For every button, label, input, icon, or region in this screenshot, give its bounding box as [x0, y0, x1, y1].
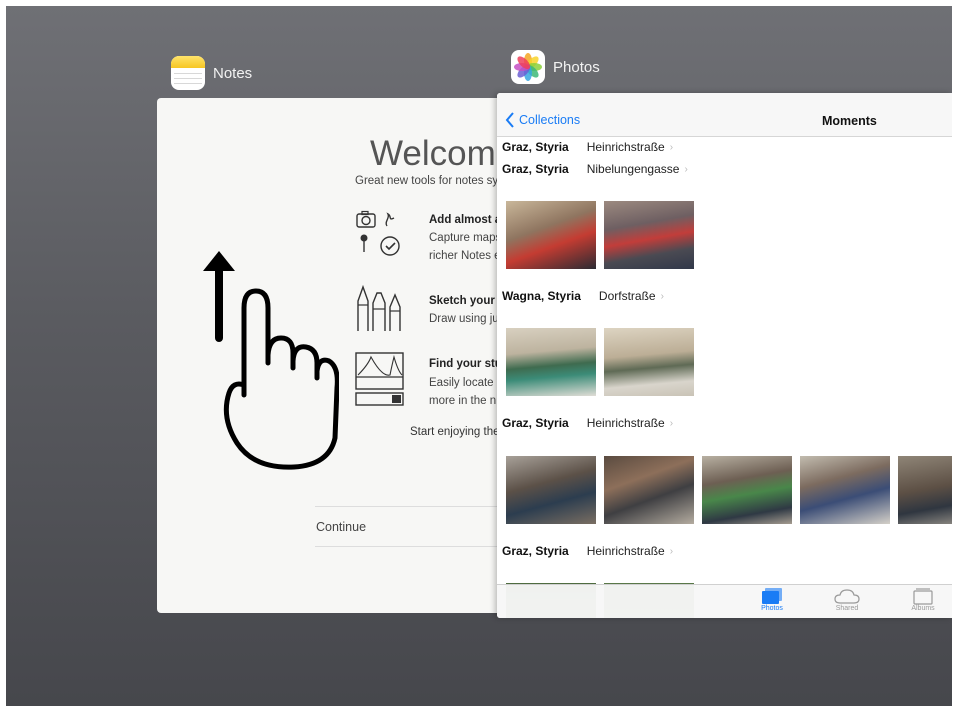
- moment-header[interactable]: Graz, Styria Heinrichstraße ›: [502, 140, 673, 154]
- chevron-right-icon: ›: [684, 163, 688, 175]
- photo-thumbnail[interactable]: [604, 328, 694, 396]
- photo-grid: [506, 328, 694, 396]
- moment-street: Heinrichstraße: [586, 544, 665, 558]
- photo-grid: [506, 456, 952, 524]
- notes-app-label[interactable]: Notes: [171, 56, 252, 90]
- divider: [315, 546, 517, 547]
- feature-text: more in the n: [429, 395, 497, 407]
- tab-label: Albums: [911, 605, 935, 612]
- moment-street: Heinrichstraße: [586, 416, 665, 430]
- moment-city: Graz, Styria: [502, 140, 569, 154]
- markers-icon: [357, 284, 401, 331]
- continue-button[interactable]: Continue: [316, 520, 366, 534]
- welcome-subtitle: Great new tools for notes sy: [355, 175, 499, 187]
- chevron-right-icon: ›: [669, 417, 674, 429]
- back-label: Collections: [519, 113, 581, 127]
- photos-app-card[interactable]: Collections Moments Graz, Styria Heinric…: [497, 93, 952, 618]
- cloud-icon: [834, 589, 860, 604]
- tab-bar: Photos Shared Albums: [497, 584, 952, 618]
- app-switcher: Notes Photos Welcome Great new tools for…: [6, 6, 952, 706]
- chevron-left-icon: [505, 112, 514, 128]
- moment-header[interactable]: Wagna, Styria Dorfstraße ›: [502, 289, 664, 303]
- feature-title: Find your stu: [429, 358, 502, 370]
- tab-shared[interactable]: Shared: [822, 588, 872, 612]
- feature-title: Add almost a: [429, 214, 502, 226]
- start-text: Start enjoying the: [410, 426, 500, 438]
- moment-street: Heinrichstraße: [586, 140, 665, 154]
- welcome-title: Welcome: [370, 134, 516, 173]
- photo-thumbnail[interactable]: [506, 456, 596, 524]
- moment-header[interactable]: Graz, Styria Nibelungengasse ›: [502, 162, 688, 176]
- divider: [315, 506, 517, 507]
- chevron-right-icon: ›: [660, 290, 664, 302]
- photos-app-icon: [511, 50, 545, 84]
- chevron-right-icon: ›: [669, 545, 674, 557]
- photo-thumbnail[interactable]: [800, 456, 890, 524]
- moment-street: Dorfstraße: [598, 289, 656, 303]
- tab-albums[interactable]: Albums: [898, 588, 948, 612]
- moment-header[interactable]: Graz, Styria Heinrichstraße ›: [502, 544, 673, 558]
- swipe-up-gesture-icon: [203, 251, 339, 470]
- photo-thumbnail[interactable]: [604, 201, 694, 269]
- moment-city: Graz, Styria: [502, 162, 569, 176]
- feature-text: richer Notes e: [429, 250, 501, 262]
- moment-header[interactable]: Graz, Styria Heinrichstraße ›: [502, 416, 673, 430]
- tab-label: Shared: [835, 605, 859, 612]
- nav-title: Moments: [822, 114, 877, 128]
- back-button[interactable]: Collections: [505, 112, 580, 128]
- albums-icon: [913, 588, 933, 605]
- photo-grid: [506, 201, 694, 269]
- chevron-right-icon: ›: [669, 141, 674, 153]
- tab-label: Photos: [761, 605, 783, 612]
- photos-app-name: Photos: [553, 58, 600, 76]
- photos-tab-icon: [762, 588, 782, 604]
- feature-text: Easily locate a: [429, 377, 504, 389]
- moment-city: Wagna, Styria: [502, 289, 581, 303]
- photo-thumbnail[interactable]: [506, 328, 596, 396]
- notes-app-name: Notes: [213, 64, 253, 82]
- notes-app-card[interactable]: Welcome Great new tools for notes sy Add…: [157, 98, 517, 613]
- bridge-drawing-icon: [355, 352, 404, 406]
- camera-sketch-pin-check-icon: [356, 210, 400, 256]
- photo-thumbnail[interactable]: [702, 456, 792, 524]
- tab-photos[interactable]: Photos: [747, 588, 797, 612]
- moment-city: Graz, Styria: [502, 416, 569, 430]
- photo-thumbnail[interactable]: [898, 456, 952, 524]
- feature-text: Draw using ju: [429, 313, 499, 325]
- moment-street: Nibelungengasse: [586, 162, 680, 176]
- photos-app-label[interactable]: Photos: [511, 50, 600, 84]
- photo-thumbnail[interactable]: [604, 456, 694, 524]
- notes-app-icon: [171, 56, 205, 90]
- feature-text: Capture maps: [429, 232, 502, 244]
- feature-title: Sketch your t: [429, 295, 502, 307]
- moment-city: Graz, Styria: [502, 544, 569, 558]
- navigation-bar: Collections Moments: [497, 93, 952, 137]
- photo-thumbnail[interactable]: [506, 201, 596, 269]
